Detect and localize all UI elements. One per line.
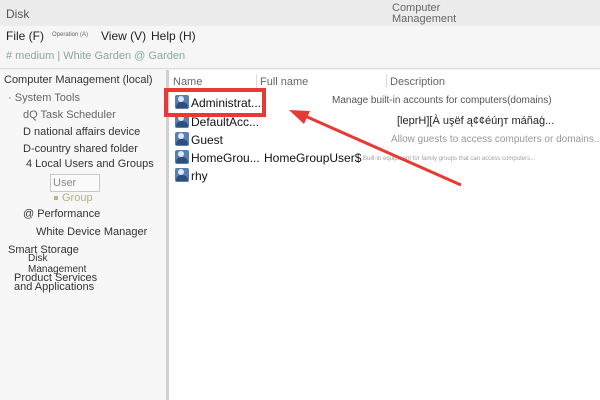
column-divider[interactable] xyxy=(386,74,387,88)
menu-operation[interactable]: Operation (A) xyxy=(52,32,88,38)
tree-device-manager[interactable]: White Device Manager xyxy=(36,226,147,238)
tree-root[interactable]: Computer Management (local) xyxy=(4,74,153,86)
user-icon xyxy=(175,132,189,146)
user-icon xyxy=(175,150,189,164)
tree-group-label: Group xyxy=(62,192,93,204)
user-description: Manage built-in accounts for computers(d… xyxy=(332,95,552,106)
user-name: rhy xyxy=(191,169,208,183)
user-description: Allow guests to access computers or doma… xyxy=(391,134,600,145)
user-description: Built-in equipment for family groups tha… xyxy=(363,156,536,162)
menu-view[interactable]: View (V) xyxy=(101,29,146,43)
tree-label: System Tools xyxy=(14,92,80,104)
column-divider[interactable] xyxy=(256,74,257,88)
user-description: [leprH][À uşëf ą¢¢éúŋт máñaģ... xyxy=(397,115,555,127)
menu-file[interactable]: File (F) xyxy=(6,29,44,43)
user-icon xyxy=(175,95,189,109)
tree-user[interactable]: User xyxy=(50,174,100,192)
toolbar: # medium | White Garden @ Garden xyxy=(0,46,600,69)
users-list: Name Full name Description Administrat..… xyxy=(169,70,600,400)
user-icon xyxy=(175,114,189,128)
menu-bar: File (F) Operation (A) View (V) Help (H) xyxy=(0,26,600,46)
list-item-defaultaccount[interactable]: DefaultAcc... [leprH][À uşëf ą¢¢éúŋт máñ… xyxy=(169,113,600,131)
user-fullname: HomeGroupUser$ xyxy=(264,151,362,165)
window-title: Disk xyxy=(6,7,30,21)
column-header-name[interactable]: Name xyxy=(173,76,202,88)
user-name: DefaultAcc... xyxy=(191,115,260,129)
user-name: Administrat... xyxy=(191,96,262,110)
group-square-icon xyxy=(54,196,58,201)
list-item-rhy[interactable]: rhy xyxy=(169,167,600,185)
tree-and-applications[interactable]: and Applications xyxy=(14,281,94,293)
expand-icon: · xyxy=(8,92,15,104)
tree-system-tools[interactable]: · System Tools xyxy=(8,92,80,104)
window-title-right: Computer Management xyxy=(392,2,457,25)
column-header-fullname[interactable]: Full name xyxy=(260,76,308,88)
column-header-description[interactable]: Description xyxy=(390,76,445,88)
tree-shared-folder[interactable]: D-country shared folder xyxy=(23,143,138,155)
tree-group[interactable]: Group xyxy=(54,192,93,204)
user-name: HomeGrou... xyxy=(191,151,260,165)
list-item-guest[interactable]: Guest Allow guests to access computers o… xyxy=(169,131,600,149)
breadcrumb: # medium | White Garden @ Garden xyxy=(6,50,186,62)
user-icon xyxy=(175,168,189,182)
tree-local-users-groups[interactable]: 4 Local Users and Groups xyxy=(26,158,154,170)
tree-national-affairs-device[interactable]: D national affairs device xyxy=(23,126,140,138)
navigation-tree: Computer Management (local) · System Too… xyxy=(0,70,169,400)
list-item-administrator[interactable]: Administrat... Manage built-in accounts … xyxy=(169,94,600,112)
menu-help[interactable]: Help (H) xyxy=(151,29,196,43)
tree-performance[interactable]: @ Performance xyxy=(23,208,100,220)
tree-task-scheduler[interactable]: dQ Task Scheduler xyxy=(23,109,116,121)
list-item-homegroup[interactable]: HomeGrou... HomeGroupUser$ Built-in equi… xyxy=(169,149,600,167)
user-name: Guest xyxy=(191,133,224,147)
title-bar: Disk Computer Management xyxy=(0,0,600,27)
